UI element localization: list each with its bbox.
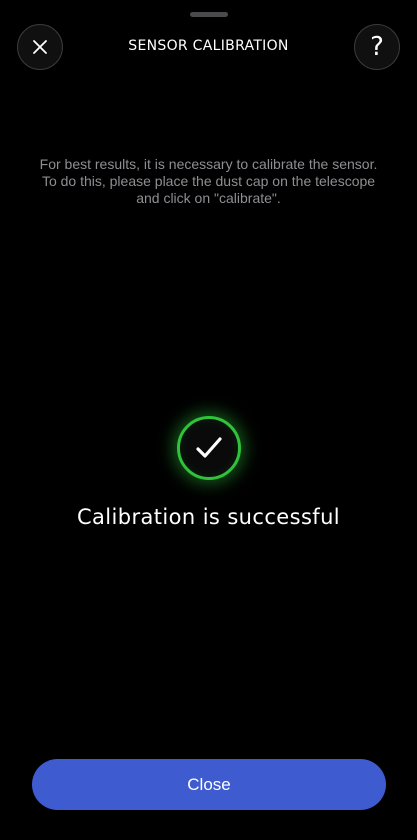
instruction-line: For best results, it is necessary to cal…	[39, 156, 378, 172]
help-button[interactable]: ?	[354, 24, 400, 70]
calibration-instructions: For best results, it is necessary to cal…	[20, 156, 397, 207]
status-message: Calibration is successful	[76, 505, 341, 529]
success-indicator	[177, 416, 241, 480]
close-button[interactable]: Close	[32, 759, 386, 810]
checkmark-icon	[195, 435, 223, 461]
question-mark-icon: ?	[370, 32, 384, 62]
instruction-line: To do this, please place the dust cap on…	[41, 173, 376, 189]
instruction-line: and click on "calibrate".	[136, 190, 281, 206]
sheet-grabber[interactable]	[190, 12, 228, 17]
